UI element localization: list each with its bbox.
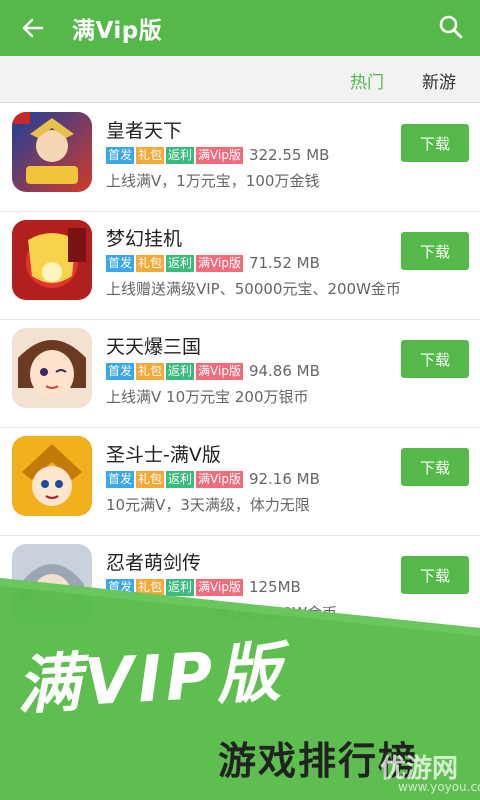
app-icon-menghuan[interactable] (12, 220, 92, 300)
tag-row: 首发 礼包 返利 满Vip版 92.16 MB (106, 470, 320, 488)
arrow-left-icon[interactable] (22, 17, 44, 39)
tag-gift: 礼包 (136, 470, 165, 488)
tag-gift: 礼包 (136, 362, 165, 380)
app-desc: 上线满V，1万元宝，100万金钱 (106, 172, 320, 190)
watermark-url: www.yoyou.com (398, 780, 480, 794)
app-desc: 10元满V，3天满级，体力无限 (106, 496, 310, 514)
app-size: 322.55 MB (248, 146, 330, 164)
tab-new[interactable]: 新游 (422, 68, 456, 93)
app-icon-tiantian[interactable] (12, 328, 92, 408)
app-size: 92.16 MB (248, 470, 320, 488)
tag-row: 首发 礼包 返利 满Vip版 322.55 MB (106, 146, 329, 164)
download-button[interactable]: 下载 (401, 448, 469, 486)
search-icon[interactable] (438, 14, 464, 40)
tag-vip: 满Vip版 (196, 362, 243, 380)
tag-gift: 礼包 (136, 254, 165, 272)
app-icon-huangzhe[interactable] (12, 112, 92, 192)
list-item[interactable]: 天天爆三国 首发 礼包 返利 满Vip版 94.86 MB 上线满V 10万元宝… (0, 320, 480, 428)
app-name: 圣斗士-满V版 (106, 444, 221, 466)
page-title: 满Vip版 (72, 18, 163, 44)
tag-vip: 满Vip版 (196, 254, 243, 272)
tag-vip: 满Vip版 (196, 470, 243, 488)
download-button[interactable]: 下载 (401, 124, 469, 162)
tag-rebate: 返利 (166, 362, 195, 380)
app-name: 梦幻挂机 (106, 228, 183, 250)
list-item[interactable]: 皇者天下 首发 礼包 返利 满Vip版 322.55 MB 上线满V，1万元宝，… (0, 104, 480, 212)
tag-first: 首发 (106, 362, 135, 380)
list-item[interactable]: 圣斗士-满V版 首发 礼包 返利 满Vip版 92.16 MB 10元满V，3天… (0, 428, 480, 536)
app-size: 94.86 MB (248, 362, 320, 380)
tag-rebate: 返利 (166, 470, 195, 488)
app-header: 满Vip版 (0, 0, 480, 56)
app-desc: 上线赠送满级VIP、50000元宝、200W金币 (106, 280, 401, 298)
download-button[interactable]: 下载 (401, 340, 469, 378)
app-list: 皇者天下 首发 礼包 返利 满Vip版 322.55 MB 上线满V，1万元宝，… (0, 104, 480, 644)
download-button[interactable]: 下载 (401, 232, 469, 270)
tag-rebate: 返利 (166, 146, 195, 164)
app-icon-shengdoushi[interactable] (12, 436, 92, 516)
tag-gift: 礼包 (136, 146, 165, 164)
app-size: 71.52 MB (248, 254, 320, 272)
tag-first: 首发 (106, 470, 135, 488)
list-item[interactable]: 梦幻挂机 首发 礼包 返利 满Vip版 71.52 MB 上线赠送满级VIP、5… (0, 212, 480, 320)
tag-rebate: 返利 (166, 254, 195, 272)
tag-row: 首发 礼包 返利 满Vip版 94.86 MB (106, 362, 320, 380)
tag-row: 首发 礼包 返利 满Vip版 71.52 MB (106, 254, 320, 272)
tag-vip: 满Vip版 (196, 146, 243, 164)
tag-first: 首发 (106, 146, 135, 164)
tab-hot[interactable]: 热门 (350, 68, 384, 93)
tab-bar: 热门 新游 (0, 56, 480, 103)
tag-first: 首发 (106, 254, 135, 272)
app-name: 皇者天下 (106, 120, 183, 142)
app-name: 天天爆三国 (106, 336, 202, 358)
promo-headline: 满VIP版 (14, 636, 287, 724)
app-desc: 上线满V 10万元宝 200万银币 (106, 388, 309, 406)
